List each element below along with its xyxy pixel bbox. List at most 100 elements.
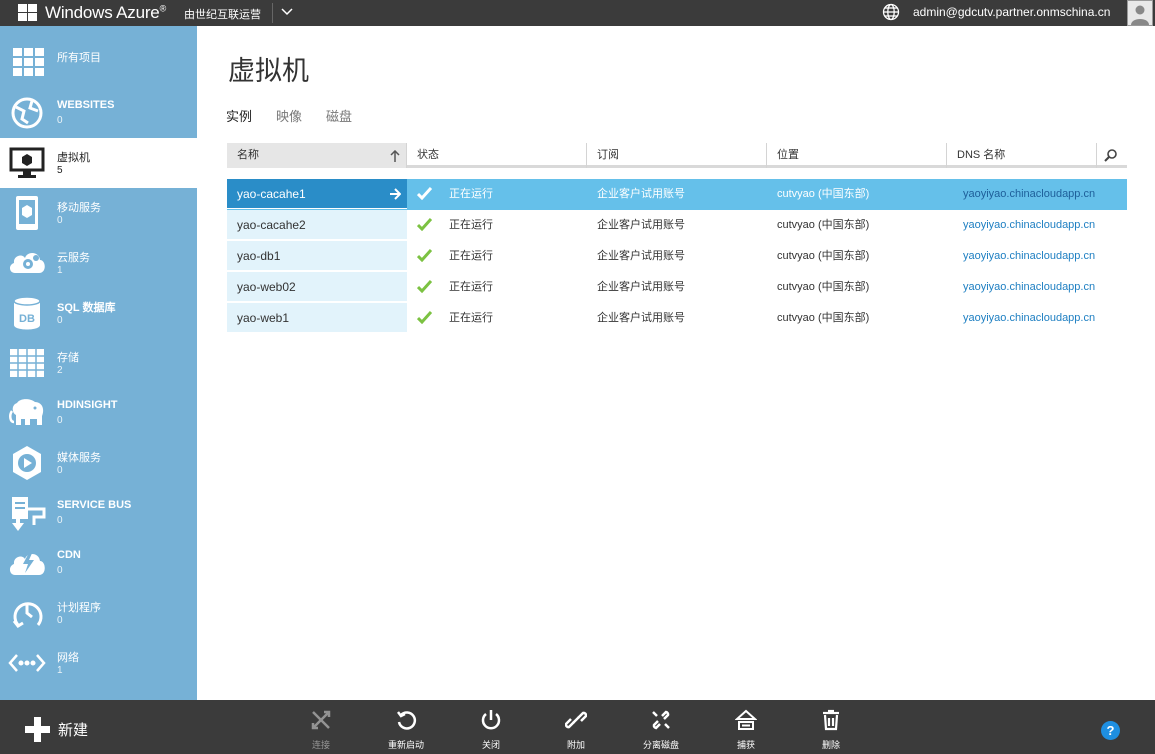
cloud-gear-icon [9, 252, 45, 273]
sidebar-item-media-services[interactable]: 媒体服务 0 [0, 438, 197, 488]
column-header-label: 名称 [237, 149, 259, 161]
vm-location: cutvyao (中国东部) [777, 250, 870, 262]
sidebar-item-count: 0 [57, 465, 63, 476]
elephant-icon [9, 399, 44, 425]
vm-dns-link[interactable]: yaoyiyao.chinacloudapp.cn [963, 303, 1127, 333]
sidebar-item-scheduler[interactable]: 计划程序 0 [0, 588, 197, 638]
vm-dns-link[interactable]: yaoyiyao.chinacloudapp.cn [963, 179, 1127, 209]
network-icon [8, 654, 46, 672]
sidebar-item-count: 0 [57, 215, 63, 226]
globe-icon[interactable] [882, 3, 900, 21]
shutdown-button[interactable]: 关闭 [461, 709, 521, 751]
vm-name[interactable]: yao-cacahe2 [227, 210, 407, 240]
vm-name[interactable]: yao-cacahe1 [227, 179, 407, 209]
arrow-right-icon[interactable] [389, 188, 401, 200]
table-header: 名称 状态 订阅 位置 DNS 名称 [227, 143, 1127, 168]
grid-icon [13, 48, 44, 76]
sidebar-item-service-bus[interactable]: SERVICE BUS 0 [0, 488, 197, 538]
column-header-name[interactable]: 名称 [227, 143, 407, 168]
vm-location: cutvyao (中国东部) [777, 188, 870, 200]
brand-logo[interactable]: Windows Azure® [18, 2, 166, 24]
delete-button[interactable]: 删除 [801, 709, 861, 751]
check-icon [417, 187, 432, 200]
vm-dns-link[interactable]: yaoyiyao.chinacloudapp.cn [963, 241, 1127, 271]
column-header-status[interactable]: 状态 [407, 143, 587, 168]
page-title: 虚拟机 [228, 56, 309, 86]
sidebar-item-count: 5 [57, 165, 63, 176]
table-row[interactable]: yao-cacahe1 正在运行 企业客户试用账号 cutvyao (中国东部)… [227, 179, 1127, 210]
tab-instances[interactable]: 实例 [226, 106, 252, 125]
capture-button[interactable]: 捕获 [716, 709, 776, 751]
windows-logo-icon [18, 4, 38, 22]
table-row[interactable]: yao-web1 正在运行 企业客户试用账号 cutvyao (中国东部) ya… [227, 303, 1127, 334]
search-icon[interactable] [1104, 149, 1117, 162]
avatar[interactable] [1127, 0, 1153, 26]
sidebar-item-label: 存储 [57, 352, 79, 364]
sidebar-item-count: 1 [57, 265, 63, 276]
trash-icon [823, 709, 839, 731]
column-header-label: 状态 [417, 149, 439, 161]
sidebar-item-websites[interactable]: WEBSITES 0 [0, 88, 197, 138]
shutdown-label: 关闭 [481, 740, 500, 750]
vm-dns-link[interactable]: yaoyiyao.chinacloudapp.cn [963, 210, 1127, 240]
vm-subscription: 企业客户试用账号 [597, 312, 685, 324]
sidebar-item-count: 2 [57, 365, 63, 376]
new-button[interactable]: 新建 [25, 717, 88, 742]
user-account[interactable]: admin@gdcutv.partner.onmschina.cn [913, 5, 1110, 19]
sidebar-item-label: CDN [57, 549, 81, 561]
vm-dns-link[interactable]: yaoyiyao.chinacloudapp.cn [963, 272, 1127, 302]
connect-button[interactable]: 连接 [291, 709, 351, 751]
sidebar-item-count: 0 [57, 415, 63, 426]
vm-location: cutvyao (中国东部) [777, 219, 870, 231]
vm-name[interactable]: yao-web02 [227, 272, 407, 302]
chevron-down-icon[interactable] [280, 4, 294, 20]
column-header-dns[interactable]: DNS 名称 [947, 143, 1097, 168]
sidebar-item-label: 媒体服务 [57, 452, 101, 464]
capture-icon [735, 709, 757, 730]
status-text: 正在运行 [449, 188, 493, 200]
vm-status: 正在运行 [417, 210, 577, 240]
sidebar-item-sql-database[interactable]: DB SQL 数据库 0 [0, 288, 197, 338]
vm-table: 名称 状态 订阅 位置 DNS 名称 yao-cacahe1 正在运行 企业客户… [227, 143, 1127, 333]
sidebar-item-storage[interactable]: 存储 2 [0, 338, 197, 388]
detach-disk-button[interactable]: 分离磁盘 [631, 709, 691, 751]
table-grid-icon [10, 349, 44, 377]
plus-icon [25, 717, 50, 742]
sidebar-item-label: 计划程序 [57, 602, 101, 614]
connect-icon [311, 710, 331, 730]
sidebar-item-all-items[interactable]: 所有项目 [0, 38, 197, 88]
column-header-label: 订阅 [597, 149, 619, 161]
help-button[interactable]: ? [1101, 721, 1120, 740]
tab-images[interactable]: 映像 [276, 106, 302, 125]
column-header-label: 位置 [777, 149, 799, 161]
sidebar-item-count: 0 [57, 515, 63, 526]
sidebar-item-label: 网络 [57, 652, 79, 664]
vm-name[interactable]: yao-web1 [227, 303, 407, 333]
status-text: 正在运行 [449, 281, 493, 293]
restart-button[interactable]: 重新启动 [376, 709, 436, 751]
tab-disks[interactable]: 磁盘 [326, 106, 352, 125]
vm-name[interactable]: yao-db1 [227, 241, 407, 271]
sidebar-item-cdn[interactable]: CDN 0 [0, 538, 197, 588]
sidebar-item-hdinsight[interactable]: HDINSIGHT 0 [0, 388, 197, 438]
table-row[interactable]: yao-db1 正在运行 企业客户试用账号 cutvyao (中国东部) yao… [227, 241, 1127, 272]
status-text: 正在运行 [449, 219, 493, 231]
user-icon [1131, 5, 1149, 25]
column-header-location[interactable]: 位置 [767, 143, 947, 168]
websites-icon [11, 97, 43, 129]
vm-subscription: 企业客户试用账号 [597, 219, 685, 231]
restart-icon [397, 711, 417, 730]
table-row[interactable]: yao-cacahe2 正在运行 企业客户试用账号 cutvyao (中国东部)… [227, 210, 1127, 241]
sidebar-item-mobile-services[interactable]: 移动服务 0 [0, 188, 197, 238]
attach-button[interactable]: 附加 [546, 709, 606, 751]
sidebar-item-cloud-services[interactable]: 云服务 1 [0, 238, 197, 288]
mobile-icon [16, 196, 38, 230]
vm-location: cutvyao (中国东部) [777, 312, 870, 324]
column-header-subscription[interactable]: 订阅 [587, 143, 767, 168]
sidebar-item-networks[interactable]: 网络 1 [0, 638, 197, 688]
sidebar-item-virtual-machines[interactable]: 虚拟机 5 [0, 138, 197, 188]
sidebar-item-label: 移动服务 [57, 202, 101, 214]
table-row[interactable]: yao-web02 正在运行 企业客户试用账号 cutvyao (中国东部) y… [227, 272, 1127, 303]
sidebar-item-label: WEBSITES [57, 99, 115, 111]
vm-status: 正在运行 [417, 272, 577, 302]
